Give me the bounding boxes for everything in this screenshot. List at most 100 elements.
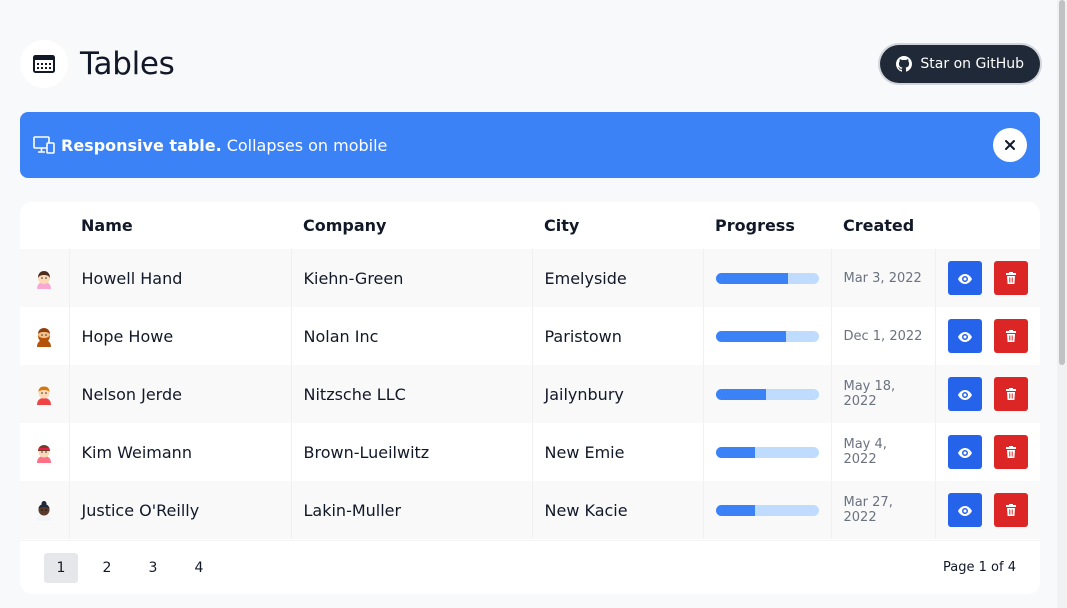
progress-fill (715, 272, 788, 284)
page-button-4[interactable]: 4 (182, 553, 216, 583)
progress-fill (715, 446, 755, 458)
trash-icon (1006, 385, 1016, 404)
page-button-2[interactable]: 2 (90, 553, 124, 583)
progress-bar (715, 330, 819, 342)
city-cell: New Emie (531, 423, 703, 481)
table-row: Howell Hand Kiehn-Green Emelyside Mar 3,… (20, 249, 1040, 307)
banner-close-button[interactable] (993, 128, 1027, 162)
progress-fill (715, 504, 755, 516)
progress-bar (715, 446, 819, 458)
eye-icon (958, 327, 972, 346)
github-icon (896, 56, 913, 72)
progress-cell (702, 249, 831, 307)
progress-fill (715, 330, 786, 342)
name-cell: Nelson Jerde (68, 365, 291, 423)
avatar (33, 325, 55, 347)
city-cell: Jailynbury (531, 365, 703, 423)
table-body: Howell Hand Kiehn-Green Emelyside Mar 3,… (20, 249, 1040, 539)
github-button-label: Star on GitHub (920, 56, 1024, 72)
page-header: Tables Star on GitHub (20, 40, 1040, 88)
close-icon (1005, 140, 1015, 150)
header-created[interactable]: Created (831, 202, 935, 249)
name-cell: Howell Hand (68, 249, 291, 307)
eye-icon (958, 443, 972, 462)
company-cell: Brown-Lueilwitz (290, 423, 532, 481)
created-cell: May 18, 2022 (830, 365, 935, 423)
delete-button[interactable] (994, 377, 1028, 411)
header-actions (935, 202, 1040, 249)
actions-cell (934, 481, 1040, 539)
eye-icon (958, 385, 972, 404)
actions-cell (934, 249, 1040, 307)
header-company[interactable]: Company (291, 202, 532, 249)
monitor-responsive-icon (33, 134, 55, 156)
avatar-cell (20, 249, 69, 307)
created-cell: Mar 3, 2022 (830, 249, 935, 307)
view-button[interactable] (948, 377, 982, 411)
star-on-github-button[interactable]: Star on GitHub (880, 45, 1040, 83)
header-progress[interactable]: Progress (703, 202, 831, 249)
actions-cell (934, 423, 1040, 481)
city-cell: Emelyside (531, 249, 703, 307)
company-cell: Lakin-Muller (290, 481, 532, 539)
avatar (33, 383, 55, 405)
page-button-3[interactable]: 3 (136, 553, 170, 583)
progress-cell (702, 307, 831, 365)
page-title: Tables (80, 46, 175, 82)
progress-cell (702, 481, 831, 539)
city-cell: New Kacie (531, 481, 703, 539)
actions-cell (934, 307, 1040, 365)
page-info: Page 1 of 4 (943, 560, 1016, 575)
name-cell: Justice O'Reilly (68, 481, 291, 539)
eye-icon (958, 269, 972, 288)
delete-button[interactable] (994, 261, 1028, 295)
table-card: Name Company City Progress Created Howel… (20, 202, 1040, 594)
clients-table: Name Company City Progress Created Howel… (20, 202, 1040, 539)
company-cell: Kiehn-Green (290, 249, 532, 307)
avatar-cell (20, 481, 69, 539)
name-cell: Kim Weimann (68, 423, 291, 481)
eye-icon (958, 501, 972, 520)
view-button[interactable] (948, 435, 982, 469)
created-cell: May 4, 2022 (830, 423, 935, 481)
created-cell: Mar 27, 2022 (830, 481, 935, 539)
table-row: Kim Weimann Brown-Lueilwitz New Emie May… (20, 423, 1040, 481)
avatar-cell (20, 365, 69, 423)
delete-button[interactable] (994, 493, 1028, 527)
delete-button[interactable] (994, 435, 1028, 469)
table-icon (20, 40, 68, 88)
avatar (33, 267, 55, 289)
trash-icon (1006, 501, 1016, 520)
table-row: Nelson Jerde Nitzsche LLC Jailynbury May… (20, 365, 1040, 423)
trash-icon (1006, 443, 1016, 462)
trash-icon (1006, 327, 1016, 346)
title-wrap: Tables (20, 40, 175, 88)
company-cell: Nitzsche LLC (290, 365, 532, 423)
header-city[interactable]: City (532, 202, 703, 249)
scrollbar-thumb[interactable] (1059, 0, 1065, 365)
page-buttons: 1234 (44, 552, 216, 583)
company-cell: Nolan Inc (290, 307, 532, 365)
view-button[interactable] (948, 493, 982, 527)
avatar (33, 499, 55, 521)
trash-icon (1006, 269, 1016, 288)
progress-bar (715, 272, 819, 284)
progress-cell (702, 423, 831, 481)
actions-cell (934, 365, 1040, 423)
header-name[interactable]: Name (69, 202, 291, 249)
name-cell: Hope Howe (68, 307, 291, 365)
avatar-cell (20, 307, 69, 365)
banner-text: Collapses on mobile (226, 135, 388, 155)
pagination: 1234 Page 1 of 4 (20, 540, 1040, 594)
avatar (33, 441, 55, 463)
progress-cell (702, 365, 831, 423)
page-button-1[interactable]: 1 (44, 552, 78, 583)
header-avatar (20, 202, 69, 249)
delete-button[interactable] (994, 319, 1028, 353)
city-cell: Paristown (531, 307, 703, 365)
view-button[interactable] (948, 319, 982, 353)
view-button[interactable] (948, 261, 982, 295)
created-cell: Dec 1, 2022 (830, 307, 935, 365)
progress-bar (715, 504, 819, 516)
banner-title: Responsive table. (61, 135, 222, 155)
